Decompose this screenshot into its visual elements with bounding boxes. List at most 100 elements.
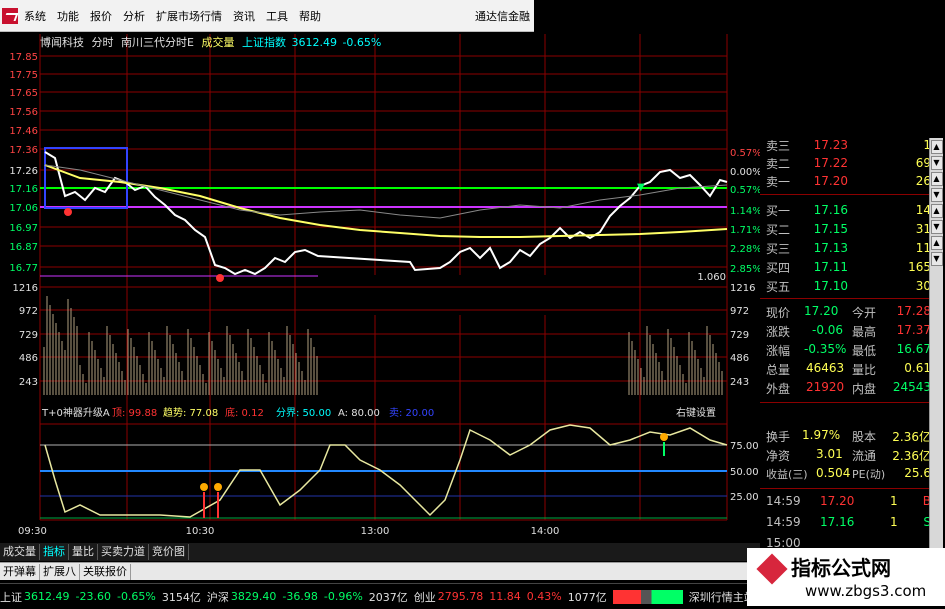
stat-row-5: 外盘 21920 内盘 24543 — [766, 380, 931, 396]
watermark-logo-icon — [756, 553, 788, 585]
tab-linked-quote[interactable]: 关联报价 — [80, 563, 131, 580]
indicator-item: 分界: 50.00 — [276, 407, 331, 419]
price-axis-label: 17.85 — [9, 52, 38, 63]
sh-pct: -0.65% — [116, 590, 156, 603]
tick-row-1: 14:59 17.20 1 B — [766, 494, 931, 508]
price-axis-label: 16.97 — [9, 223, 38, 234]
tab-barrage[interactable]: 开弹幕 — [0, 563, 40, 580]
volume-axis-left: 1216 — [13, 283, 38, 294]
cy-value: 2795.78 — [437, 590, 484, 603]
time-axis-label: 14:00 — [531, 526, 560, 537]
sh-change: -23.60 — [75, 590, 111, 603]
price-axis-label: 17.26 — [9, 166, 38, 177]
price-axis-label: 17.65 — [9, 88, 38, 99]
indicator-axis-label: 25.00 — [730, 492, 759, 503]
volume-marker: 1.060 — [697, 272, 726, 283]
bottom-tab-bar: 成交量 指标 量比 买卖力道 竞价图 — [0, 543, 760, 561]
bid-row-3: 买三 17.13 11 — [766, 241, 931, 256]
index-label: 上证指数 — [241, 36, 286, 49]
sell-marker: ▼ — [637, 182, 645, 193]
sell-signal-icon — [660, 433, 668, 441]
cy-pct: 0.43% — [526, 590, 562, 603]
sh-value: 3612.49 — [24, 590, 70, 603]
buy-signal-icon — [200, 483, 208, 491]
scroll-btn-2[interactable]: ▼ — [930, 156, 943, 170]
pct-axis-label: 0.57% — [730, 148, 762, 159]
sz-value: 3829.40 — [230, 590, 277, 603]
sz-amount: 2037亿 — [368, 590, 408, 604]
volume-axis-right: 486 — [730, 353, 749, 364]
cy-amount: 1077亿 — [567, 590, 607, 604]
tab-auction[interactable]: 竞价图 — [149, 544, 189, 560]
watermark-url: www.zbgs3.com — [805, 582, 927, 600]
volume-axis-right: 729 — [730, 330, 749, 341]
tick-row-2: 14:59 17.16 1 S — [766, 515, 931, 529]
indicator-item: 底: 0.12 — [225, 406, 264, 419]
watermark: 指标公式网 www.zbgs3.com — [747, 548, 945, 606]
cy-change: 11.84 — [489, 590, 521, 603]
sz-change: -36.98 — [282, 590, 318, 603]
stat-row-1: 现价 17.20 今开 17.28 — [766, 304, 931, 320]
scroll-btn-8[interactable]: ▼ — [930, 252, 943, 266]
price-axis-label: 17.06 — [9, 203, 38, 214]
tab-buy-sell-force[interactable]: 买卖力道 — [98, 544, 149, 560]
stat-row-2: 涨跌 -0.06 最高 17.37 — [766, 323, 931, 339]
sh-label: 上证 — [0, 590, 22, 604]
bottom-tab-bar-2: 开弹幕 扩展八 关联报价 — [0, 562, 760, 580]
bid-row-5: 买五 17.10 30 — [766, 279, 931, 294]
stat-row-6: 换手 1.97% 股本 2.36亿 — [766, 428, 931, 444]
ask-row-1: 卖一 17.20 26 — [766, 174, 931, 189]
pct-axis-label: 2.28% — [730, 244, 762, 255]
volume-axis-left: 729 — [19, 330, 38, 341]
time-axis-label: 10:30 — [186, 526, 215, 537]
pct-axis-label: 0.57% — [730, 185, 762, 196]
indicator-settings-button: 右键设置 — [676, 406, 716, 419]
scroll-btn-6[interactable]: ▼ — [930, 220, 943, 234]
price-axis-label: 17.75 — [9, 70, 38, 81]
indicator-title: T+0神器升级A — [41, 406, 110, 419]
price-axis-label: 16.87 — [9, 242, 38, 253]
tab-volume-ratio[interactable]: 量比 — [69, 544, 98, 560]
volume-axis-left: 972 — [19, 306, 38, 317]
scroll-up-icon[interactable]: ▲ — [930, 140, 943, 154]
time-axis-label: 09:30 — [18, 526, 47, 537]
chart-mode: 分时 — [91, 36, 114, 49]
bid-row-4: 买四 17.11 165 — [766, 260, 931, 275]
scroll-btn-5[interactable]: ▲ — [930, 204, 943, 218]
indicator-name: 南川三代分时E — [121, 36, 194, 49]
pct-axis-label: 1.71% — [730, 225, 762, 236]
buy-marker-1 — [64, 208, 72, 216]
ask-row-2: 卖二 17.22 69 — [766, 156, 931, 171]
tab-indicator[interactable]: 指标 — [40, 544, 69, 560]
scroll-btn-7[interactable]: ▲ — [930, 236, 943, 250]
indicator-item: 趋势: 77.08 — [163, 406, 218, 419]
volume-axis-right: 243 — [730, 377, 749, 388]
right-scrollbar[interactable]: ▲ ▼ ▲ ▼ ▲ ▼ ▲ ▼ — [929, 138, 943, 548]
indicator-axis-label: 75.00 — [730, 441, 759, 452]
scroll-btn-4[interactable]: ▼ — [930, 188, 943, 202]
sh-amount: 3154亿 — [161, 590, 201, 604]
index-line — [44, 164, 728, 219]
bid-row-1: 买一 17.16 14 — [766, 203, 931, 218]
indicator-item: A: 80.00 — [338, 408, 380, 419]
stat-row-7: 净资 3.01 流通 2.36亿 — [766, 447, 931, 463]
quote-panel: 卖三 17.23 1 卖二 17.22 69 卖一 17.20 26 买一 17.16 14 买… — [760, 138, 945, 550]
price-axis-label: 17.36 — [9, 145, 38, 156]
price-axis-label: 17.16 — [9, 184, 38, 195]
stat-row-3: 涨幅 -0.35% 最低 16.67 — [766, 342, 931, 358]
tab-volume[interactable]: 成交量 — [0, 544, 40, 560]
buy-signal-icon — [214, 483, 222, 491]
volume-axis-left: 243 — [19, 377, 38, 388]
tab-ext8[interactable]: 扩展八 — [40, 563, 80, 580]
index-change: -0.65% — [342, 36, 382, 49]
indicator-item: 顶: 99.88 — [112, 407, 157, 419]
scroll-btn-3[interactable]: ▲ — [930, 172, 943, 186]
volume-axis-right: 1216 — [730, 283, 755, 294]
time-axis-label: 13:00 — [361, 526, 390, 537]
pct-axis-label: 1.14% — [730, 206, 762, 217]
price-axis-label: 16.77 — [9, 263, 38, 274]
price-mask — [318, 275, 628, 315]
stock-name: 博闻科技 — [40, 36, 84, 49]
index-value: 3612.49 — [291, 36, 337, 49]
stat-row-8: 收益(三) 0.504 PE(动) 25.6 — [766, 466, 931, 481]
